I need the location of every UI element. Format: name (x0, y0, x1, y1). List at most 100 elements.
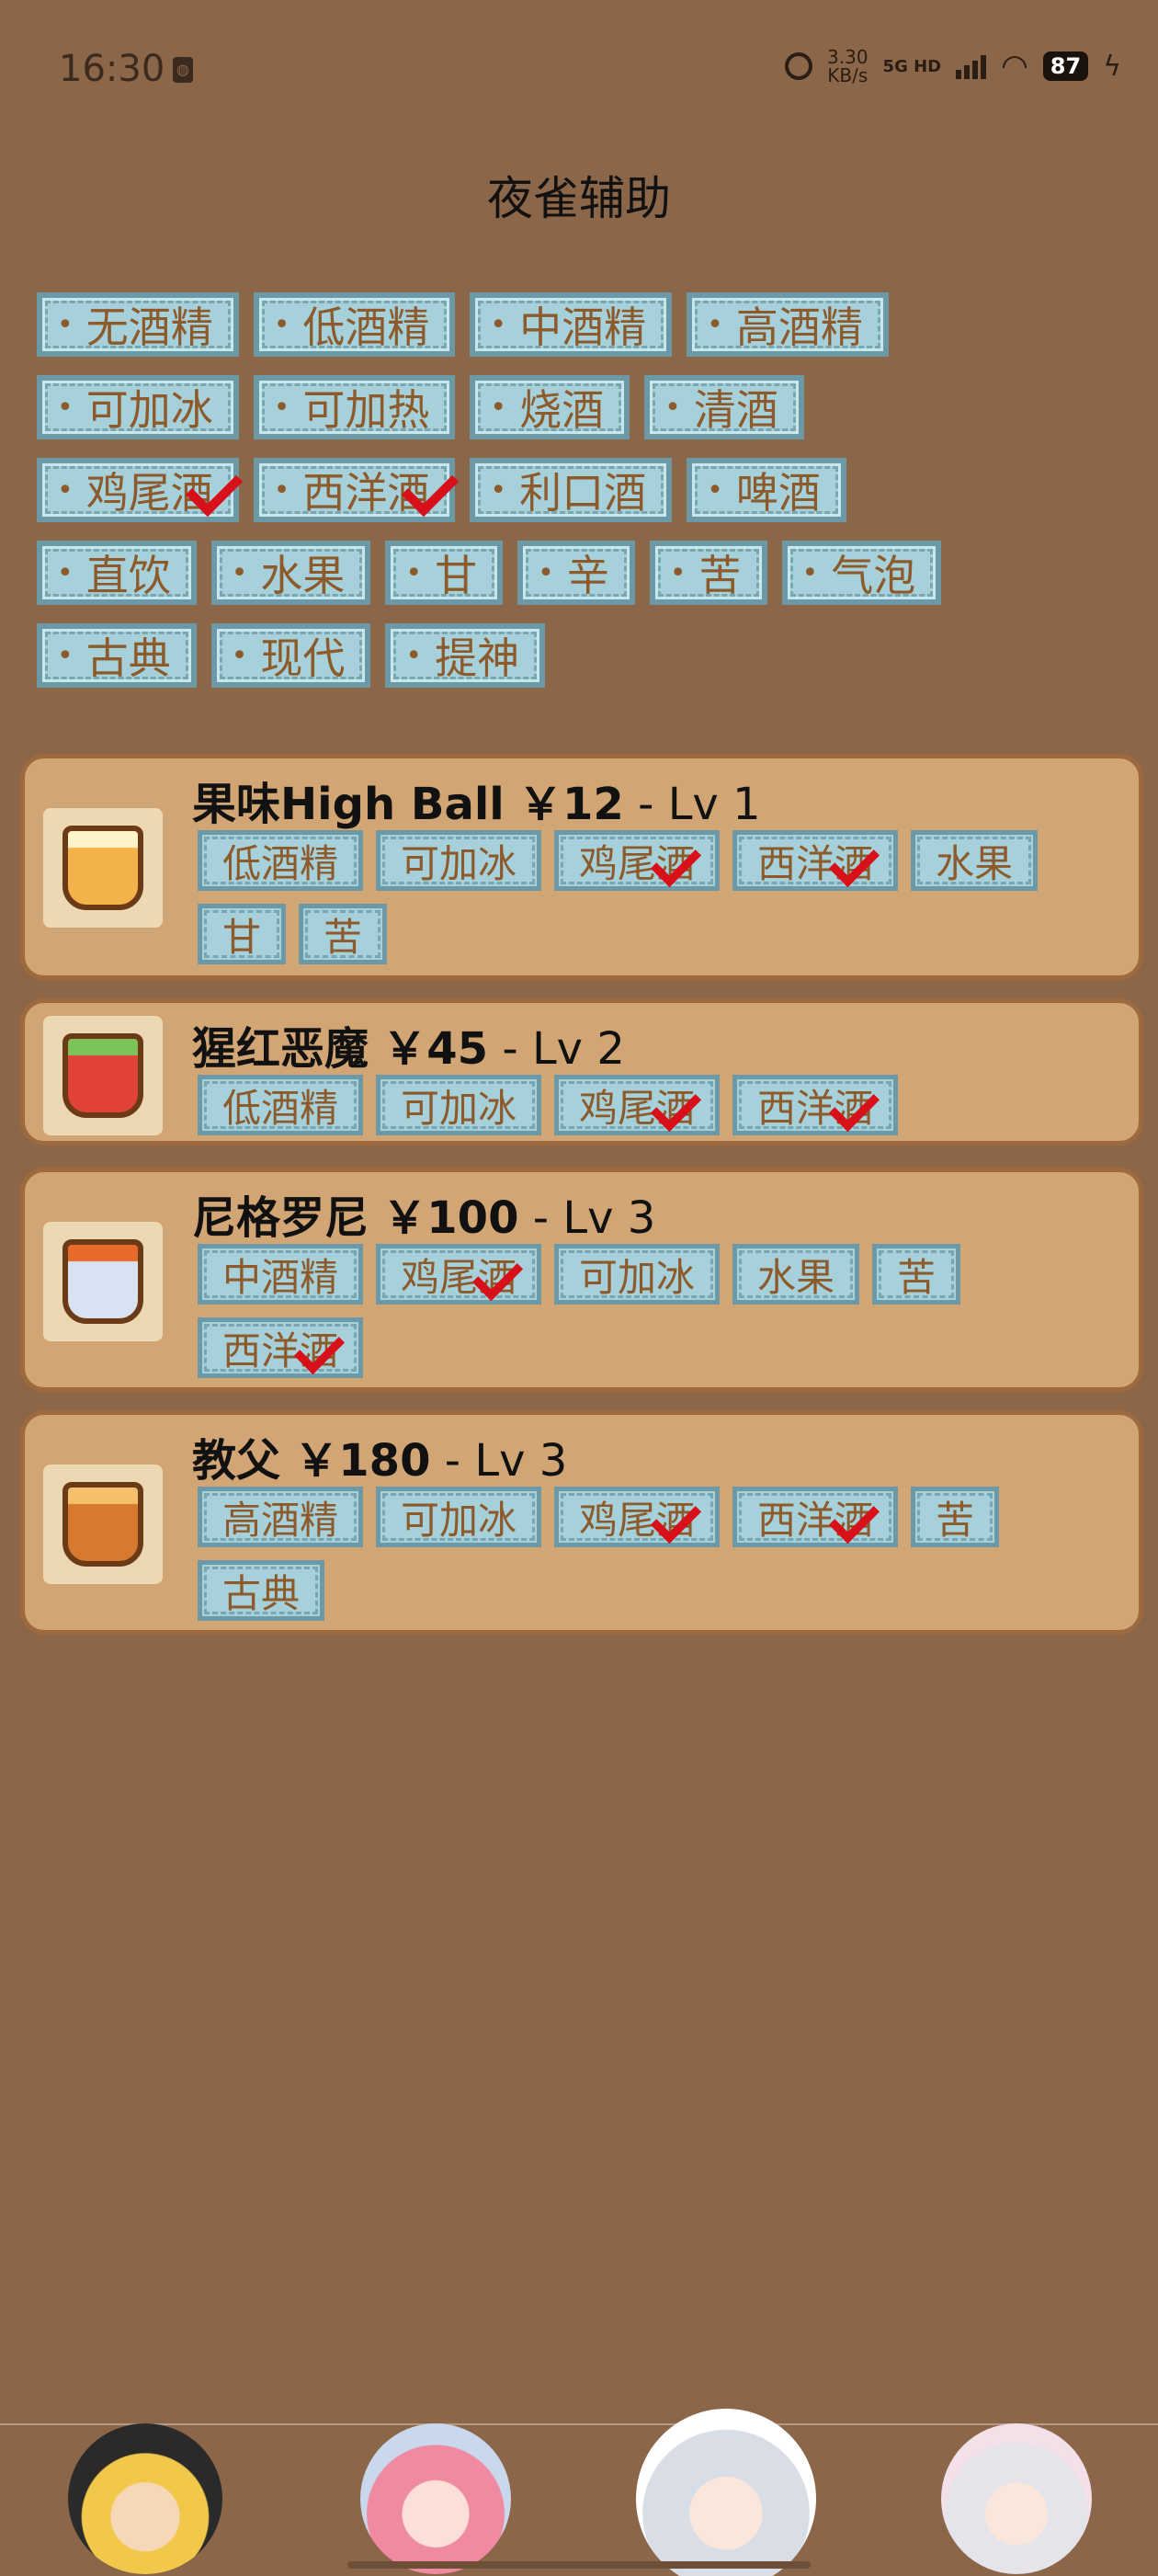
drink-tag: 可加冰 (376, 1075, 542, 1135)
filter-tag-label: 现代 (260, 633, 346, 683)
home-indicator[interactable] (347, 2561, 811, 2569)
filter-tag[interactable]: • 中酒精 (470, 292, 673, 357)
filter-tag-label: 古典 (85, 633, 171, 683)
drink-level: - Lv 3 (444, 1435, 568, 1487)
drink-tags: 高酒精 可加冰 鸡尾酒 西洋酒苦古典 (198, 1487, 1126, 1621)
drink-tag-label: 苦 (324, 914, 363, 960)
filter-tag-label: 提神 (435, 633, 520, 683)
drink-name: 猩红恶魔 (192, 1023, 369, 1075)
drink-tag-label: 古典 (222, 1570, 301, 1616)
filter-tag-label: 利口酒 (519, 468, 647, 518)
drink-tags: 中酒精 鸡尾酒 可加冰 水果 苦西洋酒 (198, 1244, 1126, 1378)
filter-tag[interactable]: • 鸡尾酒 (37, 458, 243, 522)
filter-tag[interactable]: • 现代 (210, 623, 371, 688)
drink-tag-label: 中酒精 (222, 1254, 339, 1300)
charging-icon: ϟ (1103, 50, 1121, 83)
youmu-avatar-icon[interactable] (941, 2423, 1092, 2574)
glass-shape (62, 1482, 143, 1567)
drink-tag: 水果 (911, 830, 1039, 891)
filter-tag[interactable]: • 苦 (649, 541, 767, 605)
filter-tag[interactable]: • 无酒精 (37, 292, 239, 357)
filter-tag-label: 辛 (566, 551, 609, 600)
drink-tag: 西洋酒 (732, 1487, 899, 1547)
drink-card[interactable]: 果味High Ball ￥12 - Lv 1 低酒精 可加冰 鸡尾酒 西洋酒 水果甘 苦 (20, 754, 1143, 980)
drink-tag: 低酒精 (198, 1075, 364, 1135)
bullet: • (664, 391, 681, 424)
drink-tag: 苦 (872, 1244, 961, 1305)
drink-tag-label: 高酒精 (222, 1497, 339, 1543)
drink-tag: 可加冰 (376, 1487, 542, 1547)
filter-tag[interactable]: • 烧酒 (470, 375, 630, 439)
filter-tag-label: 高酒精 (735, 302, 863, 352)
filter-tag[interactable]: • 高酒精 (687, 292, 889, 357)
drink-name: 果味High Ball (192, 779, 505, 830)
filter-tag[interactable]: • 提神 (385, 623, 546, 688)
filter-row: • 直饮 • 水果 • 甘 • 辛 • 苦 • 气泡 (37, 541, 1140, 609)
drink-card[interactable]: 猩红恶魔 ￥45 - Lv 2 低酒精 可加冰 鸡尾酒 西洋酒 (20, 998, 1143, 1146)
bullet: • (490, 391, 507, 424)
bullet: • (57, 473, 74, 507)
drink-tag: 鸡尾酒 (554, 830, 721, 891)
filter-tag-label: 低酒精 (302, 302, 430, 352)
negroni-icon (43, 1222, 163, 1341)
status-time: 16:30 (59, 48, 165, 90)
drink-tag-label: 可加冰 (401, 1497, 517, 1543)
drink-title: 教父 ￥180 - Lv 3 (192, 1424, 567, 1488)
drink-card[interactable]: 尼格罗尼 ￥100 - Lv 3 中酒精 鸡尾酒 可加冰 水果 苦西洋酒 (20, 1168, 1143, 1392)
filter-tag-label: 中酒精 (519, 302, 647, 352)
filter-tag[interactable]: • 辛 (517, 541, 635, 605)
drink-level: - Lv 3 (532, 1192, 656, 1244)
drink-tag: 西洋酒 (198, 1317, 364, 1378)
drink-tags: 低酒精 可加冰 鸡尾酒 西洋酒 水果甘 苦 (198, 830, 1126, 964)
filter-tag[interactable]: • 水果 (210, 541, 371, 605)
filter-tag[interactable]: • 气泡 (781, 541, 942, 605)
bullet: • (538, 556, 554, 589)
drink-name: 教父 (192, 1435, 281, 1487)
drink-title: 果味High Ball ￥12 - Lv 1 (192, 768, 761, 832)
sakuya-avatar-icon[interactable] (636, 2409, 816, 2576)
filter-tag[interactable]: • 可加冰 (37, 375, 239, 439)
godfather-icon (43, 1465, 163, 1584)
bullet: • (231, 639, 248, 672)
drink-tag: 西洋酒 (732, 1075, 899, 1135)
drink-tag: 苦 (911, 1487, 1000, 1547)
bullet: • (707, 473, 723, 507)
drink-tag-label: 苦 (897, 1254, 937, 1300)
drink-price: ￥100 (382, 1192, 519, 1244)
filter-tag-label: 清酒 (693, 385, 778, 435)
bullet: • (273, 391, 290, 424)
filter-tag[interactable]: • 直饮 (37, 541, 197, 605)
filter-tag[interactable]: • 可加热 (253, 375, 456, 439)
marisa-avatar-icon[interactable] (68, 2423, 222, 2574)
filter-tag[interactable]: • 清酒 (644, 375, 804, 439)
drink-tag-label: 水果 (757, 1254, 835, 1300)
filter-row: • 鸡尾酒 • 西洋酒 • 利口酒 • 啤酒 (37, 458, 1140, 526)
drink-title: 猩红恶魔 ￥45 - Lv 2 (192, 1012, 625, 1077)
filter-tag[interactable]: • 古典 (37, 623, 197, 688)
yuyuko-avatar-icon[interactable] (360, 2423, 511, 2574)
filter-tag[interactable]: • 利口酒 (470, 458, 673, 522)
drink-name: 尼格罗尼 (192, 1192, 369, 1244)
drink-price: ￥12 (518, 779, 624, 830)
drink-tag: 西洋酒 (732, 830, 899, 891)
filter-tag[interactable]: • 甘 (385, 541, 504, 605)
drink-tag: 鸡尾酒 (554, 1075, 721, 1135)
drink-tag: 高酒精 (198, 1487, 364, 1547)
glass-shape (62, 1239, 143, 1324)
filter-tag-label: 无酒精 (85, 302, 213, 352)
drink-price: ￥45 (382, 1023, 489, 1075)
drink-card[interactable]: 教父 ￥180 - Lv 3 高酒精 可加冰 鸡尾酒 西洋酒苦古典 (20, 1410, 1143, 1635)
filter-tag[interactable]: • 西洋酒 (253, 458, 460, 522)
drink-tag: 水果 (732, 1244, 860, 1305)
bullet: • (273, 308, 290, 341)
drink-price: ￥180 (294, 1435, 431, 1487)
drink-tag: 中酒精 (198, 1244, 364, 1305)
wifi-icon: ◠ (1001, 48, 1028, 85)
filter-tag[interactable]: • 低酒精 (253, 292, 456, 357)
filter-tag-label: 直饮 (85, 551, 171, 600)
drink-tags: 低酒精 可加冰 鸡尾酒 西洋酒 (198, 1075, 1126, 1135)
filter-row: • 可加冰 • 可加热 • 烧酒 • 清酒 (37, 375, 1140, 443)
filter-tag[interactable]: • 啤酒 (687, 458, 846, 522)
fruit-highball-icon (43, 808, 163, 928)
page-title: 夜雀辅助 (487, 172, 671, 225)
